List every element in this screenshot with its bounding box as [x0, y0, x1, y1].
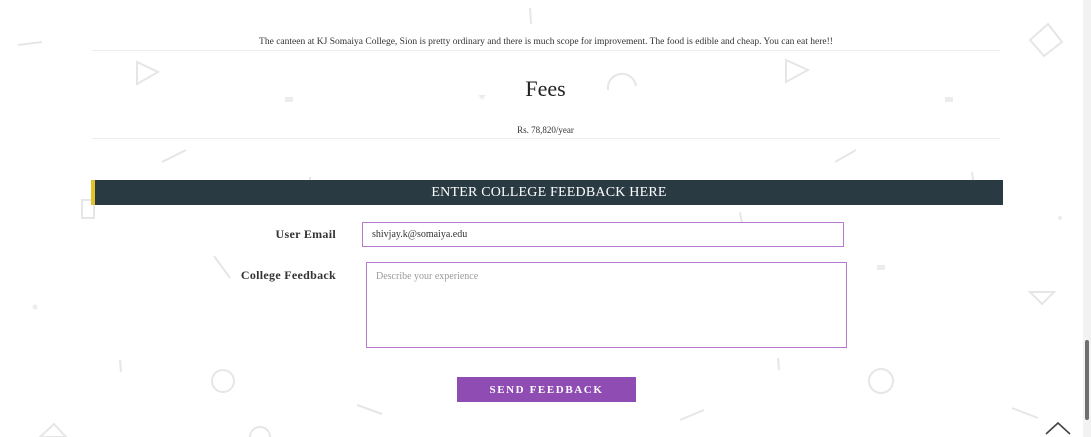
fees-heading: Fees	[525, 76, 566, 101]
section-divider	[92, 138, 1000, 139]
page-content: The canteen at KJ Somaiya College, Sion …	[0, 0, 1091, 437]
user-email-input[interactable]	[362, 222, 844, 247]
feedback-form-header: ENTER COLLEGE FEEDBACK HERE	[91, 180, 1003, 205]
section-divider	[92, 50, 1000, 51]
canteen-review-text: The canteen at KJ Somaiya College, Sion …	[259, 37, 833, 47]
college-feedback-label: College Feedback	[240, 268, 336, 282]
send-feedback-button[interactable]: SEND FEEDBACK	[457, 377, 636, 402]
chevron-up-icon[interactable]	[1043, 418, 1073, 437]
user-email-label: User Email	[275, 227, 336, 241]
fees-amount: Rs. 78,820/year	[517, 125, 574, 135]
college-feedback-textarea[interactable]	[366, 262, 847, 348]
scrollbar-thumb[interactable]	[1085, 340, 1089, 420]
